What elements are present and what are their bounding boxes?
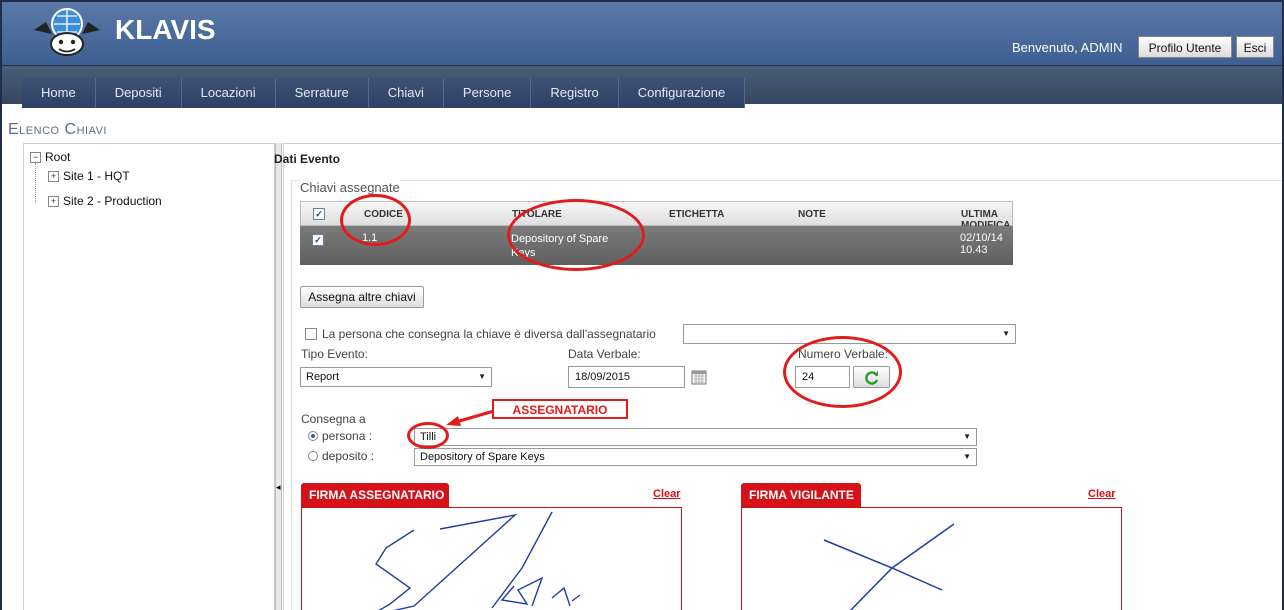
klavis-logo-icon (34, 8, 100, 56)
tree-node-label: Site 1 - HQT (63, 169, 130, 183)
app-title: KLAVIS (115, 14, 216, 45)
dropdown-arrow-icon: ▼ (1002, 329, 1010, 338)
page-title: Elenco Chiavi (8, 121, 107, 138)
nav-item-registro[interactable]: Registro (531, 78, 619, 108)
calendar-icon[interactable] (691, 369, 707, 385)
app-window: KLAVIS Benvenuto, ADMIN Profilo Utente E… (0, 0, 1284, 610)
select-all-checkbox[interactable]: ✓ (313, 208, 325, 220)
event-type-label: Tipo Evento: (301, 347, 368, 361)
location-tree: − Root + Site 1 - HQT + Site 2 - Production (23, 143, 275, 610)
nav-bar: Home Depositi Locazioni Serrature Chiavi… (22, 78, 746, 108)
nav-item-configurazione[interactable]: Configurazione (619, 78, 746, 108)
person-select[interactable]: Tilli ▼ (414, 428, 977, 446)
tree-node-site-2[interactable]: + Site 2 - Production (48, 194, 162, 208)
column-note[interactable]: NOTE (798, 209, 826, 220)
annotation-circle-report-number (783, 336, 902, 408)
guard-clear-link[interactable]: Clear (1088, 488, 1116, 500)
deliver-to-label: Consegna a (301, 412, 366, 426)
tree-node-site-1[interactable]: + Site 1 - HQT (48, 169, 130, 183)
nav-item-depositi[interactable]: Depositi (96, 78, 182, 108)
annotation-label: ASSEGNATARIO (492, 399, 628, 419)
nav-item-serrature[interactable]: Serrature (276, 78, 369, 108)
different-person-label: La persona che consegna la chiave è dive… (322, 327, 656, 341)
assignee-signature-title: FIRMA ASSEGNATARIO (301, 483, 449, 507)
profile-button[interactable]: Profilo Utente (1138, 36, 1232, 58)
signature-stroke (823, 523, 955, 610)
deposit-radio[interactable] (308, 451, 318, 461)
event-type-value: Report (306, 371, 340, 383)
person-radio-label: persona : (322, 429, 373, 443)
annotation-circle-code (340, 194, 411, 246)
collapse-left-icon[interactable]: ◂ (276, 482, 281, 496)
column-etichetta[interactable]: ETICHETTA (669, 209, 724, 220)
fieldset-legend: Chiavi assegnate (300, 180, 400, 195)
row-checkbox[interactable]: ✓ (312, 234, 324, 246)
deposit-value: Depository of Spare Keys (420, 451, 545, 463)
signature-stroke (375, 511, 581, 610)
nav-item-chiavi[interactable]: Chiavi (369, 78, 444, 108)
app-header: KLAVIS Benvenuto, ADMIN Profilo Utente E… (2, 2, 1282, 65)
expand-icon[interactable]: + (48, 171, 59, 183)
logout-button[interactable]: Esci (1236, 36, 1274, 58)
deposit-radio-label: deposito : (322, 449, 375, 463)
main-nav: Home Depositi Locazioni Serrature Chiavi… (2, 65, 1282, 108)
welcome-text: Benvenuto, ADMIN (1012, 40, 1123, 55)
annotation-circle-holder (507, 199, 645, 271)
cell-modified: 02/10/14 10.43 (960, 232, 1003, 256)
tree-node-root[interactable]: − Root (30, 150, 70, 164)
dropdown-arrow-icon: ▼ (478, 372, 486, 381)
assignee-clear-link[interactable]: Clear (653, 488, 681, 500)
assignee-signature-pad[interactable] (301, 507, 682, 610)
nav-item-home[interactable]: Home (22, 78, 96, 108)
person-radio[interactable] (308, 431, 318, 441)
expand-icon[interactable]: + (48, 196, 59, 208)
tree-node-label: Site 2 - Production (63, 194, 162, 208)
different-person-checkbox[interactable] (305, 328, 317, 340)
report-date-label: Data Verbale: (568, 347, 641, 361)
pane-splitter[interactable] (275, 143, 282, 610)
assign-more-keys-button[interactable]: Assegna altre chiavi (300, 286, 424, 308)
nav-item-locazioni[interactable]: Locazioni (182, 78, 276, 108)
guard-signature-title: FIRMA VIGILANTE (741, 483, 861, 507)
guard-signature-pad[interactable] (741, 507, 1122, 610)
dropdown-arrow-icon: ▼ (963, 452, 971, 461)
event-type-select[interactable]: Report ▼ (300, 367, 492, 387)
tree-node-label: Root (45, 150, 71, 164)
section-title: Dati Evento (274, 152, 341, 166)
dropdown-arrow-icon: ▼ (963, 432, 971, 441)
nav-item-persone[interactable]: Persone (444, 78, 532, 108)
collapse-icon[interactable]: − (30, 152, 41, 164)
deposit-select[interactable]: Depository of Spare Keys ▼ (414, 448, 977, 466)
annotation-arrow-icon (446, 409, 495, 426)
report-date-input[interactable]: 18/09/2015 (568, 366, 685, 388)
